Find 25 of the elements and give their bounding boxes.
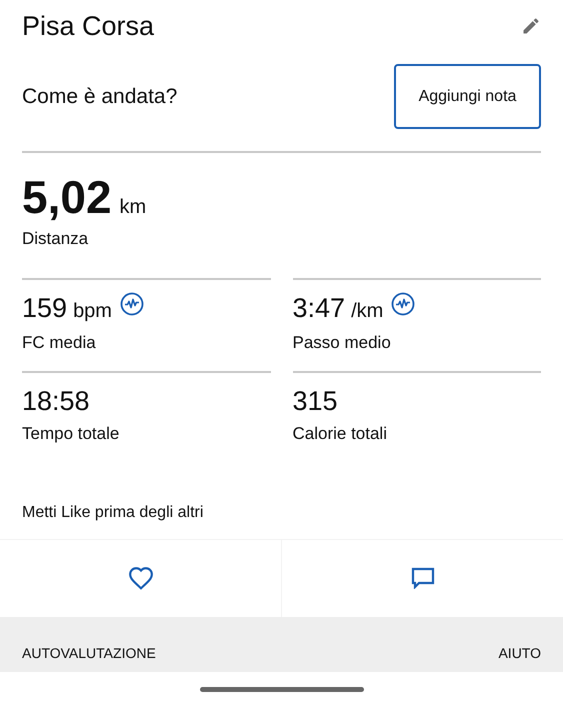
stat-label: Passo medio (292, 332, 392, 354)
self-assessment-link[interactable]: AUTOVALUTAZIONE (22, 642, 156, 664)
stat-label: Calorie totali (292, 423, 388, 445)
add-note-button[interactable]: Aggiungi nota (394, 64, 541, 129)
like-prompt: Metti Like prima degli altri (22, 504, 204, 520)
feedback-prompt: Come è andata? (22, 84, 178, 110)
stat-unit: /km (351, 298, 384, 324)
activity-chart-icon[interactable] (391, 292, 416, 316)
heart-icon[interactable] (128, 566, 154, 590)
stat-label: Tempo totale (22, 423, 120, 445)
activity-title: Pisa Corsa (22, 10, 154, 43)
comment-icon[interactable] (410, 567, 434, 589)
edit-pencil-icon[interactable] (521, 16, 541, 36)
stat-label: FC media (22, 332, 97, 354)
activity-chart-icon[interactable] (120, 292, 144, 316)
stat-value: 159 (22, 292, 68, 324)
stat-value: 3:47 (292, 292, 346, 324)
stat-value: 18:58 (22, 385, 90, 417)
home-indicator[interactable] (200, 686, 364, 692)
distance-value: 5,02 (22, 173, 112, 221)
distance-label: Distanza (22, 228, 90, 250)
stat-value: 315 (292, 385, 338, 417)
distance-unit: km (120, 195, 146, 220)
stat-unit: bpm (73, 298, 112, 324)
help-link[interactable]: AIUTO (498, 642, 541, 664)
